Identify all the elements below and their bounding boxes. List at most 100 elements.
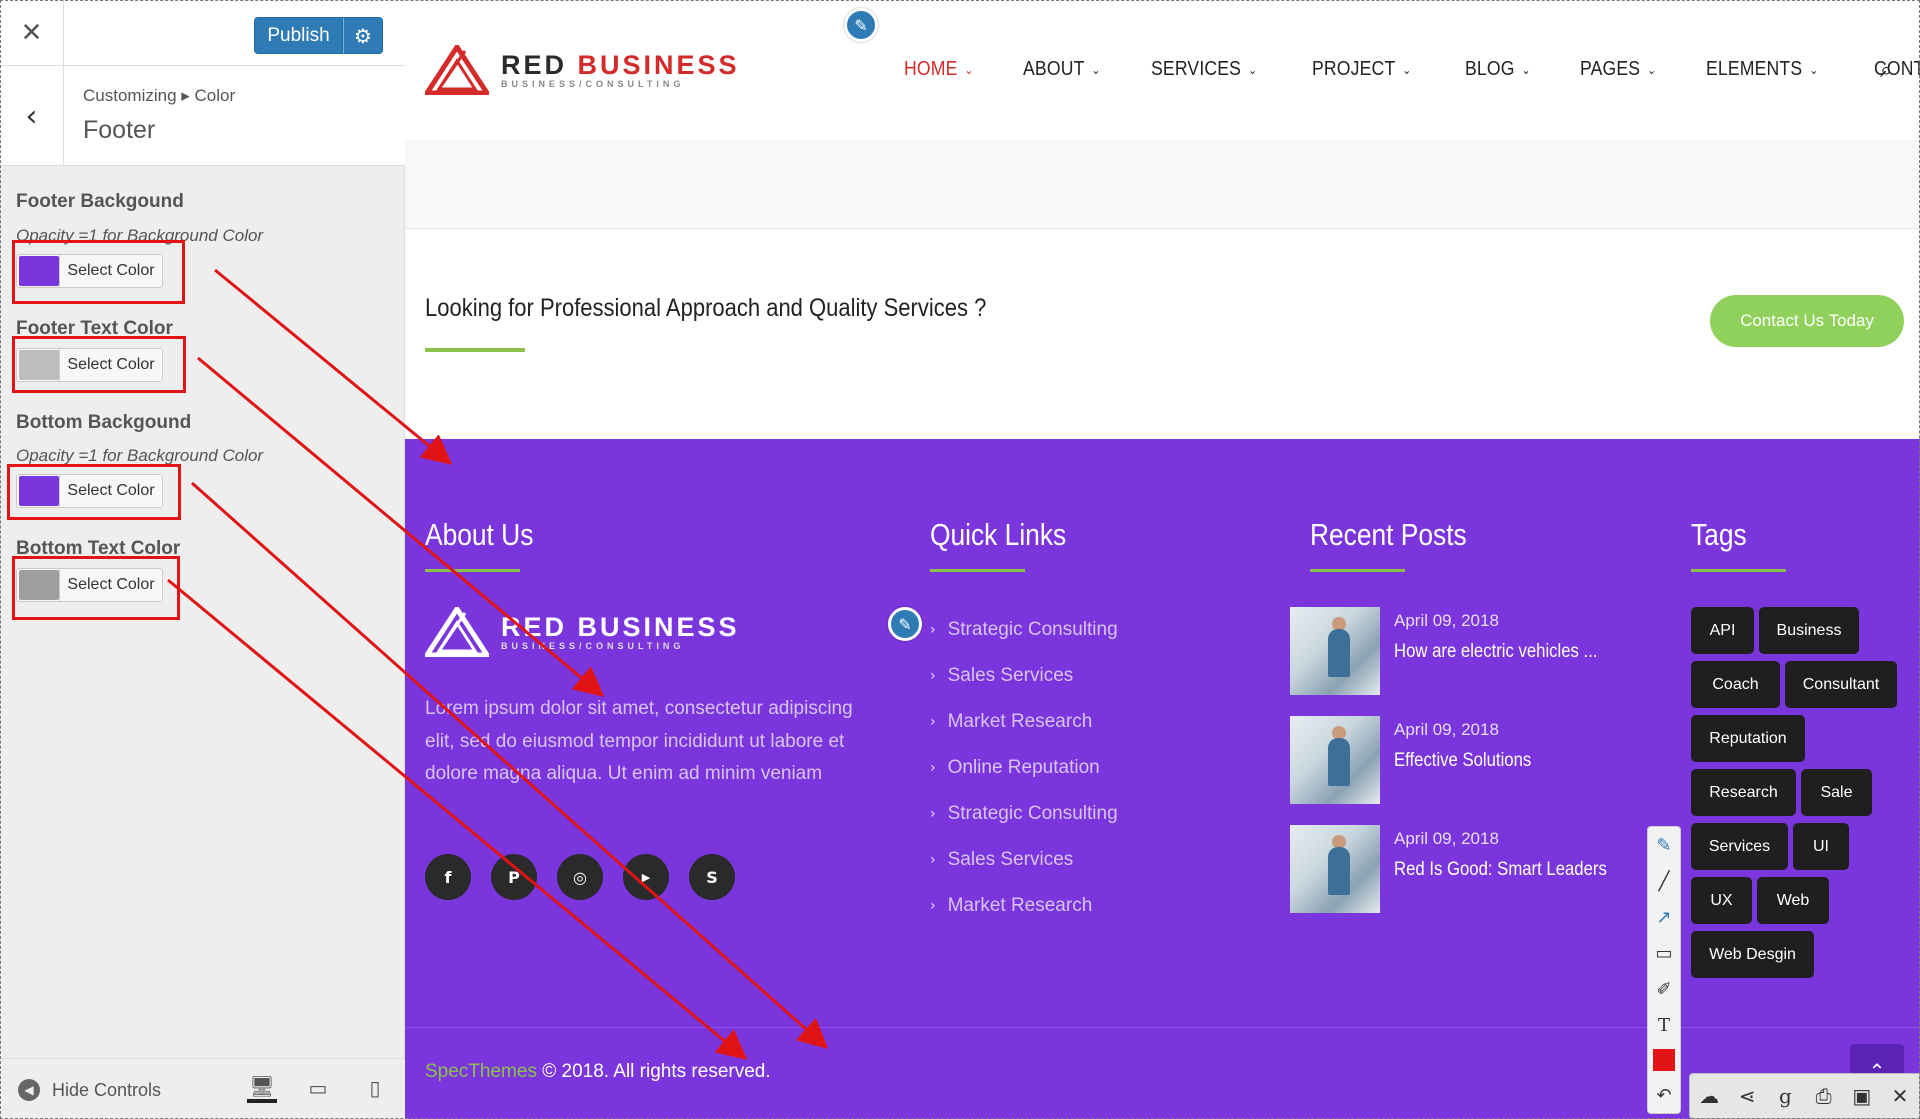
arrow-tool-icon[interactable]: ↗ <box>1648 899 1680 935</box>
nav-item-services[interactable]: SERVICES ⌄ <box>1151 58 1257 81</box>
nav-item-label: ELEMENTS <box>1706 58 1803 80</box>
site-logo[interactable]: RED BUSINESS BUSINESS/CONSULTING <box>425 45 740 95</box>
close-icon[interactable]: ✕ <box>0 0 64 66</box>
annotation-box <box>12 556 180 620</box>
youtube-icon[interactable]: ▶ <box>623 854 669 900</box>
quick-link-item[interactable]: › Sales Services <box>930 837 1118 883</box>
footer-logo[interactable]: RED BUSINESS BUSINESS/CONSULTING <box>425 607 740 657</box>
quick-link-item[interactable]: › Online Reputation <box>930 745 1118 791</box>
publish-group: Publish ⚙ <box>254 17 383 54</box>
recent-post-item[interactable]: April 09, 2018 How are electric vehicles … <box>1290 607 1625 695</box>
post-date: April 09, 2018 <box>1394 829 1499 848</box>
copyright-brand-link[interactable]: SpecThemes <box>425 1061 537 1082</box>
rectangle-tool-icon[interactable]: ▭ <box>1648 935 1680 971</box>
line-tool-icon[interactable]: ╱ <box>1648 863 1680 899</box>
chevron-down-icon: ⌄ <box>964 62 974 77</box>
quick-link-item[interactable]: › Strategic Consulting <box>930 791 1118 837</box>
chevron-down-icon: ⌄ <box>1521 62 1531 77</box>
quick-link-label: Market Research <box>947 895 1093 916</box>
quick-link-item[interactable]: › Strategic Consulting <box>930 607 1118 653</box>
nav-item-about[interactable]: ABOUT ⌄ <box>1023 58 1101 81</box>
color-select-icon[interactable] <box>1653 1049 1675 1071</box>
heading-underline <box>1691 569 1786 572</box>
quick-link-item[interactable]: › Market Research <box>930 699 1118 745</box>
chevron-right-icon: › <box>930 622 936 638</box>
screen: ✕ Publish ⚙ ‹ Customizing ▸ Color Footer… <box>0 0 1920 1119</box>
nav-item-project[interactable]: PROJECT ⌄ <box>1312 58 1411 81</box>
search-icon[interactable]: ⌕ <box>1880 58 1892 83</box>
pinterest-icon[interactable]: P <box>491 854 537 900</box>
chevron-right-icon: › <box>930 714 936 730</box>
chevron-right-icon: › <box>930 760 936 776</box>
logo-name: RED BUSINESS <box>501 612 740 642</box>
tag-sale[interactable]: Sale <box>1801 769 1872 816</box>
tag-reputation[interactable]: Reputation <box>1691 715 1805 762</box>
post-thumbnail[interactable] <box>1290 825 1380 913</box>
instagram-icon[interactable]: ◎ <box>557 854 603 900</box>
pen-tool-icon[interactable]: ✎ <box>1648 827 1680 863</box>
post-thumbnail[interactable] <box>1290 607 1380 695</box>
quick-link-label: Sales Services <box>947 849 1074 870</box>
collapse-icon: ◀ <box>18 1079 40 1101</box>
nav-item-home[interactable]: HOME ⌄ <box>904 58 974 81</box>
nav-item-elements[interactable]: ELEMENTS ⌄ <box>1706 58 1818 81</box>
mobile-icon[interactable]: ▯ <box>360 1073 390 1103</box>
recent-posts-heading: Recent Posts <box>1310 517 1467 552</box>
tag-web[interactable]: Web <box>1757 877 1829 924</box>
cloud-upload-icon[interactable]: ☁ <box>1690 1076 1728 1116</box>
logo-triangle-icon <box>425 45 489 95</box>
copyright-text: © 2018. All rights reserved. <box>542 1061 771 1082</box>
tag-coach[interactable]: Coach <box>1691 661 1780 708</box>
desktop-icon[interactable]: 🖥 <box>247 1073 277 1103</box>
quick-link-item[interactable]: › Market Research <box>930 883 1118 929</box>
post-title[interactable]: Red Is Good: Smart Leaders <box>1394 859 1607 881</box>
logo-triangle-icon <box>425 607 489 657</box>
quick-link-item[interactable]: › Sales Services <box>930 653 1118 699</box>
nav-item-pages[interactable]: PAGES ⌄ <box>1580 58 1656 81</box>
quick-links-list: › Strategic Consulting › Sales Services › Mar… <box>930 607 1118 929</box>
cta-section: Looking for Professional Approach and Qu… <box>405 229 1920 439</box>
chevron-left-icon[interactable]: ‹ <box>0 66 64 166</box>
tag-api[interactable]: API <box>1691 607 1754 654</box>
facebook-icon[interactable]: f <box>425 854 471 900</box>
publish-button[interactable]: Publish <box>254 17 343 54</box>
tag-consultant[interactable]: Consultant <box>1785 661 1897 708</box>
tablet-icon[interactable]: ▭ <box>303 1073 333 1103</box>
tag-research[interactable]: Research <box>1691 769 1796 816</box>
nav-item-label: PAGES <box>1579 58 1640 80</box>
post-title[interactable]: How are electric vehicles ... <box>1394 641 1598 663</box>
post-thumbnail[interactable] <box>1290 716 1380 804</box>
nav-item-label: PROJECT <box>1311 58 1396 80</box>
tag-business[interactable]: Business <box>1759 607 1859 654</box>
nav-item-blog[interactable]: BLOG ⌄ <box>1465 58 1531 81</box>
hide-controls-button[interactable]: ◀ Hide Controls <box>18 1079 161 1101</box>
recent-post-item[interactable]: April 09, 2018 Effective Solutions <box>1290 716 1550 804</box>
highlighter-tool-icon[interactable]: ✐ <box>1648 971 1680 1007</box>
section-header: ‹ Customizing ▸ Color Footer <box>0 66 405 166</box>
share-icon[interactable]: ⋖ <box>1728 1076 1766 1116</box>
skype-icon[interactable]: S <box>689 854 735 900</box>
post-title[interactable]: Effective Solutions <box>1394 750 1531 772</box>
annotation-box <box>12 336 186 393</box>
tag-ux[interactable]: UX <box>1691 877 1752 924</box>
gear-icon[interactable]: ⚙ <box>343 17 383 54</box>
close-icon[interactable]: ✕ <box>1881 1076 1919 1116</box>
tag-ui[interactable]: UI <box>1793 823 1849 870</box>
chevron-down-icon: ⌄ <box>1248 62 1258 77</box>
tag-web-desgin[interactable]: Web Desgin <box>1691 931 1814 978</box>
nav-item-label: SERVICES <box>1151 58 1242 80</box>
edit-shortcut-icon[interactable]: ✎ <box>844 8 878 42</box>
print-icon[interactable]: ⎙ <box>1805 1076 1843 1116</box>
cta-text: Looking for Professional Approach and Qu… <box>425 294 987 322</box>
chevron-down-icon: ⌄ <box>1091 62 1101 77</box>
edit-shortcut-icon[interactable]: ✎ <box>888 607 922 641</box>
undo-icon[interactable]: ↶ <box>1648 1077 1680 1113</box>
google-icon[interactable]: g <box>1766 1076 1804 1116</box>
contact-us-button[interactable]: Contact Us Today <box>1710 295 1904 347</box>
tag-services[interactable]: Services <box>1691 823 1788 870</box>
text-tool-icon[interactable]: T <box>1648 1007 1680 1043</box>
about-heading: About Us <box>425 517 534 552</box>
save-icon[interactable]: ▣ <box>1843 1076 1881 1116</box>
recent-post-item[interactable]: April 09, 2018 Red Is Good: Smart Leaders <box>1290 825 1636 913</box>
annotation-box <box>12 240 185 304</box>
